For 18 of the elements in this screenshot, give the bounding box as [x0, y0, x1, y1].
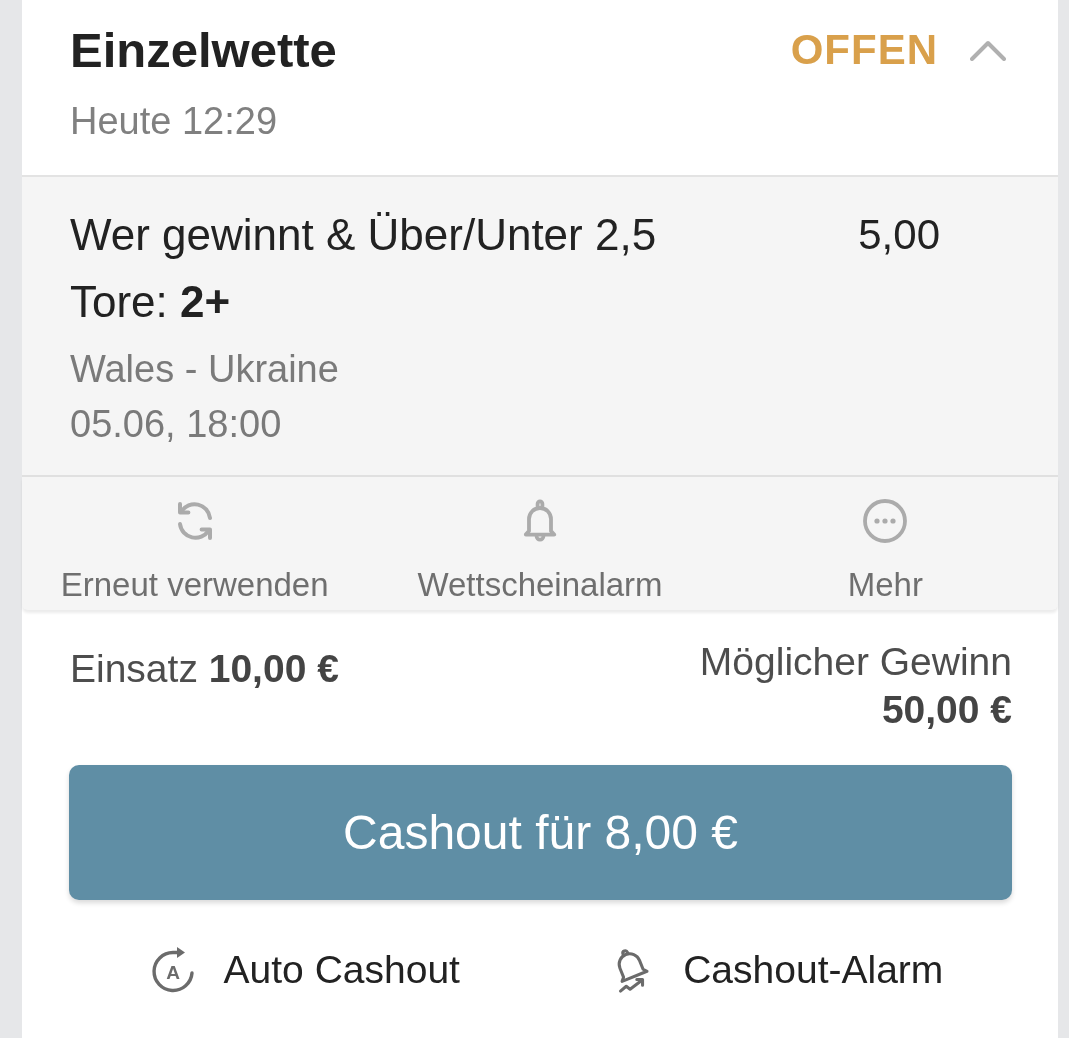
odds-value: 5,00 [858, 210, 940, 260]
ellipsis-icon [861, 497, 910, 545]
potential-win-label: Möglicher Gewinn [699, 639, 1012, 685]
reuse-button[interactable]: Erneut verwenden [22, 477, 368, 610]
kickoff-time: 05.06, 18:00 [70, 402, 283, 447]
bet-alarm-button[interactable]: Wettscheinalarm [367, 477, 713, 610]
chevron-up-icon[interactable] [970, 39, 1006, 61]
more-button[interactable]: Mehr [712, 477, 1058, 610]
bet-title: Einzelwette [70, 22, 338, 78]
cashout-alarm-button[interactable]: Cashout-Alarm [609, 946, 944, 994]
cashout-button[interactable]: Cashout für 8,00 € [69, 765, 1012, 900]
auto-cashout-button[interactable]: A Auto Cashout [149, 946, 460, 994]
bet-status: OFFEN [790, 26, 938, 74]
market-text: Wer gewinnt & Über/Unter 2,5 Tore: 2+ [70, 209, 658, 328]
event-name: Wales - Ukraine [70, 347, 340, 392]
stake-text: Einsatz 10,00 € [70, 646, 339, 692]
placed-time: Heute 12:29 [70, 99, 279, 144]
potential-win-amount: 50,00 € [880, 687, 1012, 733]
